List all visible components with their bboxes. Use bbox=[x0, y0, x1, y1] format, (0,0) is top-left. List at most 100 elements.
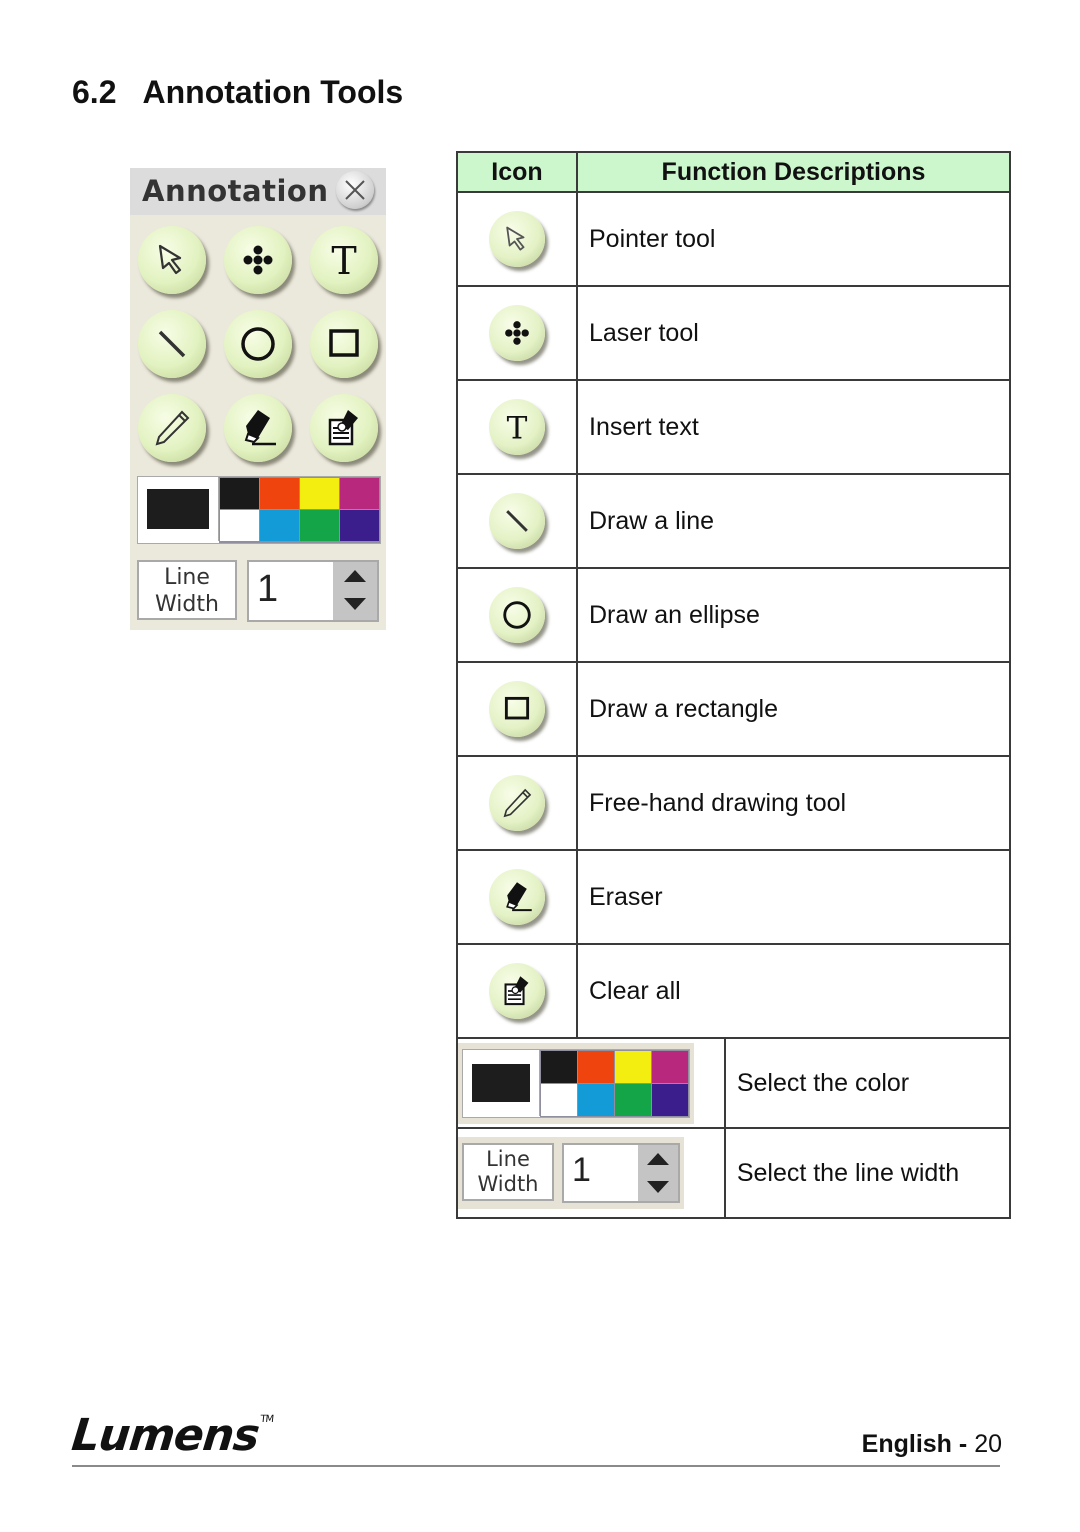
ellipse-icon bbox=[489, 587, 545, 643]
color-swatch-purple bbox=[652, 1083, 688, 1116]
line-width-label-line2: Width bbox=[477, 1172, 539, 1196]
eraser-icon bbox=[244, 410, 276, 446]
eraser-tool-button[interactable] bbox=[224, 394, 292, 462]
section-heading: Annotation Tools bbox=[142, 74, 404, 110]
current-color-swatch bbox=[472, 1063, 530, 1102]
color-swatch-orange bbox=[578, 1050, 614, 1083]
color-swatch-white bbox=[541, 1083, 577, 1116]
svg-text:T: T bbox=[331, 239, 356, 282]
table-row-width: Line Width 1 Select the line width bbox=[456, 1127, 1012, 1219]
color-swatch-orange[interactable] bbox=[260, 478, 299, 509]
description-cell: Draw a rectangle bbox=[576, 661, 1011, 757]
description-cell: Select the line width bbox=[723, 1127, 1012, 1219]
line-width-label-line2: Width bbox=[155, 592, 219, 617]
table-row: Draw an ellipse bbox=[456, 567, 1011, 663]
pointer-icon bbox=[489, 211, 545, 267]
description-cell: Draw an ellipse bbox=[576, 567, 1011, 663]
table-row: Pointer tool bbox=[456, 191, 1011, 287]
header-description: Function Descriptions bbox=[576, 151, 1011, 193]
color-swatch-green bbox=[615, 1083, 651, 1116]
lumens-logo: LumensTM bbox=[69, 1410, 274, 1461]
icon-cell: T bbox=[456, 379, 578, 475]
description-cell: Insert text bbox=[576, 379, 1011, 475]
line-width-stepper-preview: 1 bbox=[562, 1143, 680, 1203]
laser-icon bbox=[489, 305, 545, 361]
text-tool-button[interactable]: T bbox=[310, 226, 378, 294]
current-color-swatch bbox=[147, 489, 209, 529]
annotation-panel: Annotation T Line Width 1 bbox=[130, 168, 386, 630]
table-row: Clear all bbox=[456, 943, 1011, 1039]
table-row: Laser tool bbox=[456, 285, 1011, 381]
header-icon: Icon bbox=[456, 151, 578, 193]
line-width-preview: Line Width 1 bbox=[458, 1137, 684, 1209]
icon-cell bbox=[456, 473, 578, 569]
width-icon-cell: Line Width 1 bbox=[456, 1127, 726, 1219]
eraser-icon bbox=[489, 869, 545, 925]
laser-tool-button[interactable] bbox=[224, 226, 292, 294]
line-width-label: Line Width bbox=[462, 1143, 554, 1201]
clear-all-icon bbox=[328, 410, 358, 446]
pencil-icon bbox=[155, 410, 190, 446]
line-width-label-line1: Line bbox=[164, 565, 210, 590]
color-swatch-blue bbox=[578, 1083, 614, 1116]
panel-title: Annotation bbox=[142, 174, 329, 208]
rectangle-tool-button[interactable] bbox=[310, 310, 378, 378]
description-cell: Pointer tool bbox=[576, 191, 1011, 287]
description-cell: Free-hand drawing tool bbox=[576, 755, 1011, 851]
table-row: Draw a line bbox=[456, 473, 1011, 569]
line-tool-button[interactable] bbox=[138, 310, 206, 378]
pencil-tool-button[interactable] bbox=[138, 394, 206, 462]
close-button[interactable] bbox=[336, 171, 374, 209]
line-width-stepper[interactable]: 1 bbox=[247, 560, 379, 622]
description-cell: Eraser bbox=[576, 849, 1011, 945]
line-width-label: Line Width bbox=[137, 560, 237, 620]
color-swatch-magenta[interactable] bbox=[340, 478, 379, 509]
color-icon-cell bbox=[456, 1037, 726, 1129]
icon-cell bbox=[456, 567, 578, 663]
color-swatch-yellow[interactable] bbox=[300, 478, 339, 509]
description-cell: Laser tool bbox=[576, 285, 1011, 381]
pointer-icon bbox=[158, 244, 182, 275]
color-swatch-green[interactable] bbox=[300, 510, 339, 541]
decrement-arrow-icon bbox=[647, 1181, 669, 1193]
pointer-tool-button[interactable] bbox=[138, 226, 206, 294]
increment-arrow-icon[interactable] bbox=[344, 570, 366, 582]
color-swatch-black bbox=[541, 1050, 577, 1083]
color-swatch-blue[interactable] bbox=[260, 510, 299, 541]
color-swatch-purple[interactable] bbox=[340, 510, 379, 541]
color-swatch-white[interactable] bbox=[220, 510, 259, 541]
icon-cell bbox=[456, 849, 578, 945]
color-palette bbox=[137, 476, 381, 544]
color-swatch-black[interactable] bbox=[220, 478, 259, 509]
line-width-value[interactable]: 1 bbox=[257, 568, 278, 611]
icon-cell bbox=[456, 661, 578, 757]
line-icon bbox=[158, 330, 186, 358]
trademark: TM bbox=[259, 1414, 274, 1425]
brand-name: Lumens bbox=[69, 1410, 262, 1461]
rectangle-icon bbox=[329, 329, 359, 357]
description-cell: Clear all bbox=[576, 943, 1011, 1039]
laser-icon bbox=[243, 245, 273, 275]
pencil-icon bbox=[489, 775, 545, 831]
clear-all-tool-button[interactable] bbox=[310, 394, 378, 462]
line-width-control: Line Width 1 bbox=[137, 560, 379, 622]
line-width-label-line1: Line bbox=[486, 1147, 530, 1171]
rectangle-icon bbox=[489, 681, 545, 737]
ellipse-tool-button[interactable] bbox=[224, 310, 292, 378]
section-title: 6.2 Annotation Tools bbox=[72, 74, 403, 111]
icon-cell bbox=[456, 755, 578, 851]
color-swatches bbox=[219, 477, 380, 543]
increment-arrow-icon bbox=[647, 1153, 669, 1165]
icon-cell bbox=[456, 285, 578, 381]
stepper-arrows bbox=[333, 562, 377, 620]
table-row: Eraser bbox=[456, 849, 1011, 945]
decrement-arrow-icon[interactable] bbox=[344, 598, 366, 610]
page-number: 20 bbox=[974, 1430, 1002, 1458]
color-swatches-preview bbox=[540, 1049, 689, 1117]
color-swatch-magenta bbox=[652, 1050, 688, 1083]
footer-divider bbox=[72, 1465, 1000, 1467]
table-row: Free-hand drawing tool bbox=[456, 755, 1011, 851]
section-number: 6.2 bbox=[72, 74, 117, 110]
color-palette-preview bbox=[458, 1042, 694, 1124]
svg-text:T: T bbox=[507, 410, 528, 445]
